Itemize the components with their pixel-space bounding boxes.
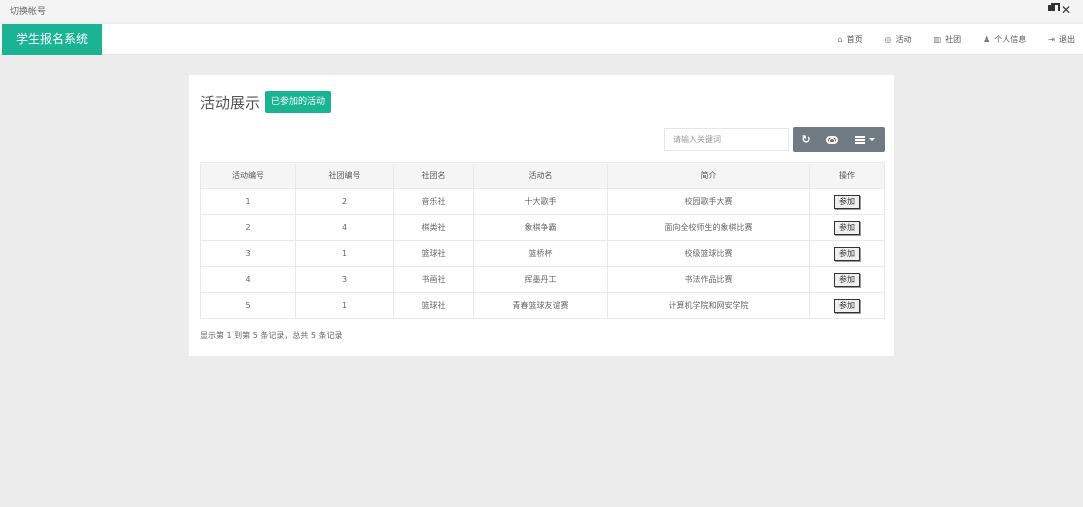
chart-icon: ▥ [933,35,942,44]
table-row: 1 2 音乐社 十大歌手 校园歌手大赛 参加 [200,188,885,215]
columns-dropdown-button[interactable] [845,127,885,152]
cell-activity-id: 5 [200,292,296,319]
cell-club-id: 4 [295,214,394,241]
nav-profile[interactable]: ♟ 个人信息 [983,34,1026,45]
cell-club-name: 篮球社 [393,292,474,319]
close-icon: ✕ [1060,3,1072,17]
toggle-icon [826,135,838,144]
cell-club-name: 棋类社 [393,214,474,241]
nav-logout[interactable]: ⇥ 退出 [1048,34,1075,45]
activity-table: 活动编号 社团编号 社团名 活动名 简介 操作 1 2 音乐社 十大歌手 校园歌… [200,162,885,319]
table-row: 5 1 篮球社 青春篮球友谊赛 计算机学院和网安学院 参加 [200,292,885,319]
nav-activity[interactable]: ◎ 活动 [885,34,912,45]
cell-action: 参加 [809,266,885,293]
pagination-summary: 显示第 1 到第 5 条记录，总共 5 条记录 [200,331,343,340]
join-button[interactable]: 参加 [834,220,860,235]
cell-action: 参加 [809,240,885,267]
cell-activity-name: 篮桥杯 [473,240,608,267]
table-toolbar: ↻ [793,127,885,152]
cell-club-name: 音乐社 [393,188,474,215]
brand-logo[interactable]: 学生报名系统 [2,24,102,55]
window-titlebar: 切换帐号 ✕ [0,0,1083,22]
top-navbar: 学生报名系统 ⌂ 首页 ◎ 活动 ▥ 社团 ♟ 个人信息 ⇥ 退出 [0,24,1083,55]
nav-club-label: 社团 [945,35,962,44]
cell-activity-id: 3 [200,240,296,267]
cell-action: 参加 [809,214,885,241]
search-input[interactable] [664,128,789,151]
cell-club-name: 书画社 [393,266,474,293]
col-activity-name[interactable]: 活动名 [473,162,608,189]
caret-down-icon [869,138,875,141]
nav-home-label: 首页 [846,35,863,44]
cell-action: 参加 [809,188,885,215]
cell-club-id: 2 [295,188,394,215]
cell-activity-name: 十大歌手 [473,188,608,215]
table-row: 4 3 书画社 挥墨丹工 书法作品比赛 参加 [200,266,885,293]
switch-account-label[interactable]: 切换帐号 [10,4,46,17]
cell-intro: 校级篮球比赛 [607,240,810,267]
cell-club-name: 篮球社 [393,240,474,267]
user-icon: ♟ [983,35,991,44]
nav-profile-label: 个人信息 [994,35,1027,44]
cell-club-id: 1 [295,292,394,319]
refresh-button[interactable]: ↻ [793,127,819,152]
col-intro[interactable]: 简介 [607,162,810,189]
nav-club[interactable]: ▥ 社团 [934,34,962,45]
activity-panel: 活动展示 已参加的活动 ↻ 活动编号 社团编号 社团名 活动名 简介 操作 [189,75,894,356]
nav-logout-label: 退出 [1059,35,1075,44]
cell-club-id: 1 [295,240,394,267]
table-row: 2 4 棋类社 象棋争霸 面向全校师生的象棋比赛 参加 [200,214,885,241]
joined-activities-button[interactable]: 已参加的活动 [265,91,332,113]
cell-activity-id: 4 [200,266,296,293]
cell-activity-name: 象棋争霸 [473,214,608,241]
cell-activity-name: 挥墨丹工 [473,266,608,293]
table-row: 3 1 篮球社 篮桥杯 校级篮球比赛 参加 [200,240,885,267]
cell-intro: 校园歌手大赛 [607,188,810,215]
refresh-icon: ↻ [801,133,811,146]
col-club-name[interactable]: 社团名 [393,162,474,189]
cell-activity-id: 1 [200,188,296,215]
cell-intro: 面向全校师生的象棋比赛 [607,214,810,241]
col-action: 操作 [809,162,885,189]
close-window-button[interactable]: ✕ [1059,3,1073,17]
cell-club-id: 3 [295,266,394,293]
toggle-view-button[interactable] [819,127,845,152]
nav-home[interactable]: ⌂ 首页 [838,34,863,45]
cell-intro: 计算机学院和网安学院 [607,292,810,319]
col-club-id[interactable]: 社团编号 [295,162,394,189]
join-button[interactable]: 参加 [834,298,860,313]
logout-icon: ⇥ [1048,35,1055,44]
cell-intro: 书法作品比赛 [607,266,810,293]
cell-activity-id: 2 [200,214,296,241]
col-activity-id[interactable]: 活动编号 [200,162,296,189]
page-title: 活动展示 [200,93,261,112]
columns-icon [855,135,865,144]
join-button[interactable]: 参加 [834,194,860,209]
join-button[interactable]: 参加 [834,246,860,261]
home-icon: ⌂ [837,35,843,44]
table-header-row: 活动编号 社团编号 社团名 活动名 简介 操作 [200,162,885,189]
cell-activity-name: 青春篮球友谊赛 [473,292,608,319]
activity-icon: ◎ [884,35,892,44]
join-button[interactable]: 参加 [834,272,860,287]
panel-header: 活动展示 已参加的活动 [200,91,332,113]
cell-action: 参加 [809,292,885,319]
restore-window-button[interactable] [1041,3,1055,17]
nav-activity-label: 活动 [895,35,912,44]
nav-links: ⌂ 首页 ◎ 活动 ▥ 社团 ♟ 个人信息 ⇥ 退出 [816,24,1076,55]
